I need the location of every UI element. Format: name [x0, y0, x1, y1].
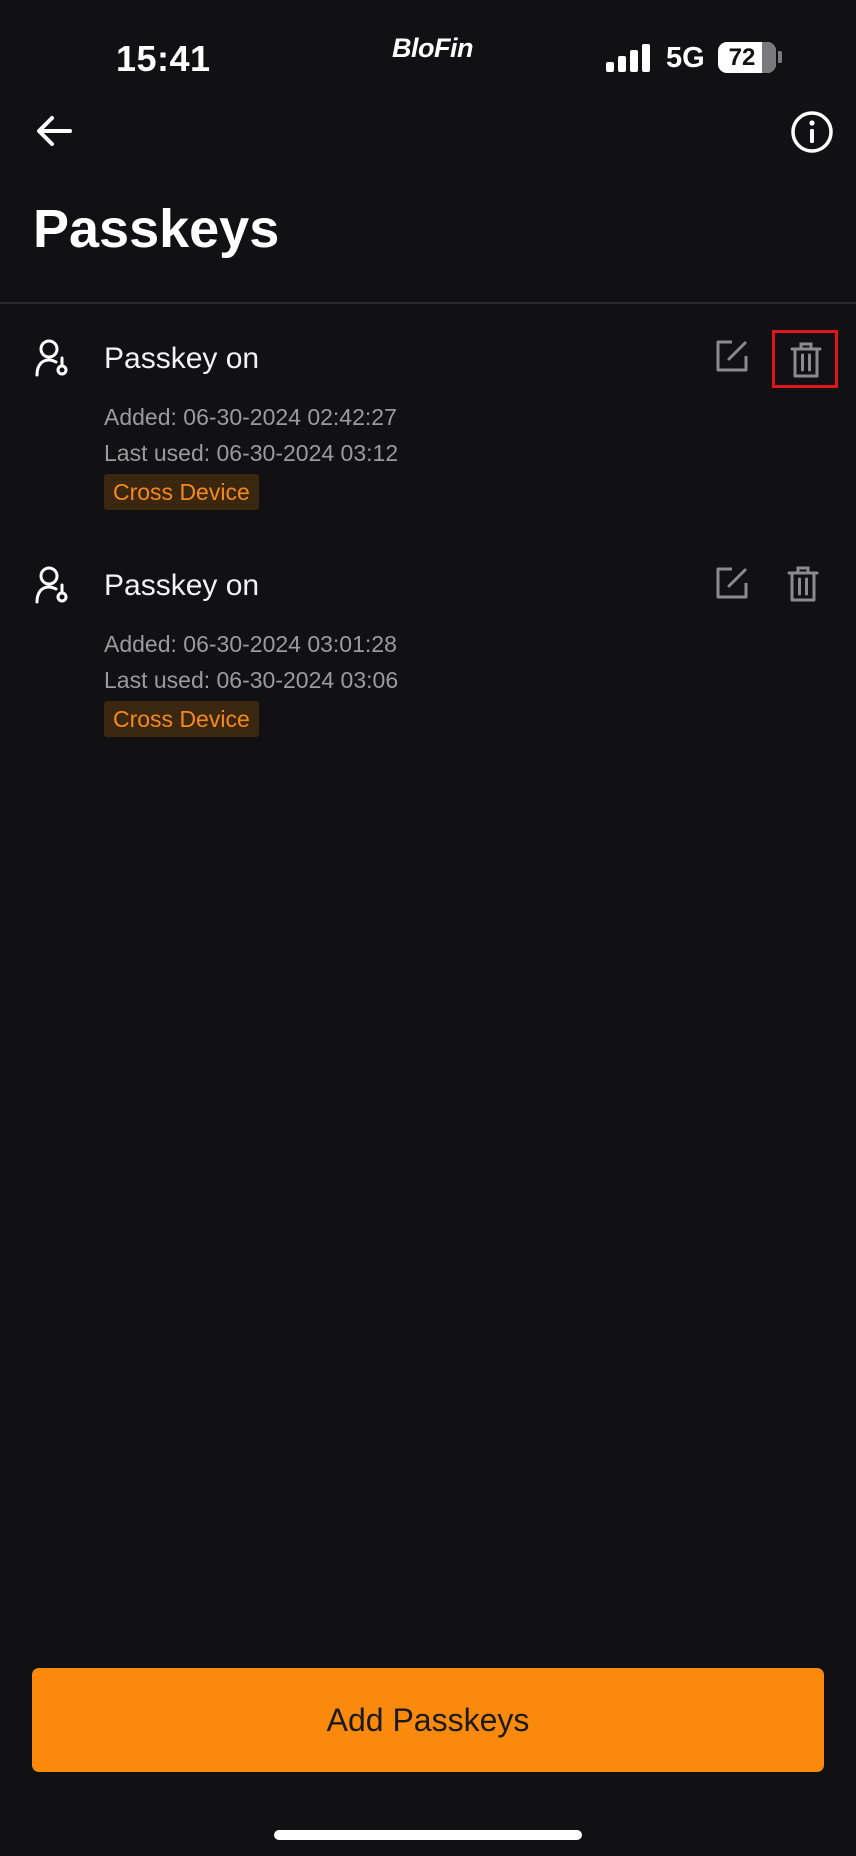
passkey-added-date: Added: 06-30-2024 03:01:28 [104, 631, 397, 657]
battery-tip [778, 51, 782, 63]
edit-icon [716, 340, 748, 372]
trash-icon [790, 342, 822, 378]
user-key-icon [35, 339, 68, 377]
arrow-left-icon [37, 116, 72, 146]
passkey-item: Passkey on Added: 06-30-2024 03:01:28 La… [0, 531, 856, 737]
brand-logo: BloFin [392, 33, 473, 63]
passkeys-screen: 15:41 BloFin 5G 72 Passkeys Passkey on A… [0, 0, 856, 1856]
passkey-added-date: Added: 06-30-2024 02:42:27 [104, 404, 397, 430]
delete-passkey-button[interactable] [772, 557, 838, 615]
edit-passkey-button[interactable] [714, 338, 750, 374]
back-button[interactable] [30, 106, 80, 156]
info-button[interactable] [788, 108, 836, 156]
battery-icon: 72 [718, 42, 776, 73]
add-passkeys-button[interactable]: Add Passkeys [32, 1668, 824, 1772]
status-bar: 15:41 BloFin 5G 72 [0, 0, 856, 110]
passkey-item: Passkey on Added: 06-30-2024 02:42:27 La… [0, 304, 856, 510]
edit-passkey-button[interactable] [714, 565, 750, 601]
edit-icon [716, 567, 748, 599]
info-circle-icon [791, 111, 833, 153]
passkey-last-used: Last used: 06-30-2024 03:12 [104, 440, 399, 466]
home-indicator[interactable] [274, 1830, 582, 1840]
passkey-name: Passkey on [104, 569, 260, 602]
passkey-last-used: Last used: 06-30-2024 03:06 [104, 667, 399, 693]
network-label: 5G [666, 42, 705, 74]
cross-device-badge: Cross Device [104, 474, 259, 510]
trash-icon [787, 566, 819, 602]
user-key-icon [35, 566, 68, 604]
battery-level: 72 [728, 44, 756, 71]
signal-icon [606, 44, 652, 72]
cross-device-badge: Cross Device [104, 701, 259, 737]
passkey-name: Passkey on [104, 342, 260, 375]
delete-passkey-button[interactable] [772, 330, 838, 388]
status-time: 15:41 [116, 38, 211, 79]
page-title: Passkeys [33, 199, 280, 259]
